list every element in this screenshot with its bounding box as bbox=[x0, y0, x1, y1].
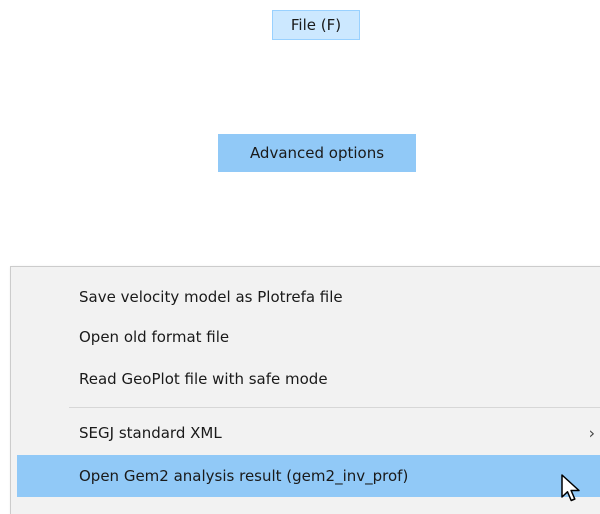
menu-item-label: Save velocity model as Plotrefa file bbox=[79, 288, 343, 306]
menu-item-label: Open old format file bbox=[79, 328, 230, 346]
mouse-pointer-icon bbox=[561, 474, 580, 502]
menu-item-open-gem2-analysis-result[interactable]: Open Gem2 analysis result (gem2_inv_prof… bbox=[17, 455, 600, 497]
menu-item-label: Open Gem2 analysis result (gem2_inv_prof… bbox=[79, 467, 409, 485]
chevron-right-icon: › bbox=[588, 423, 595, 443]
menu-item-segj-standard-xml[interactable]: SEGJ standard XML › bbox=[11, 415, 600, 451]
menu-item-save-velocity-model-plotrefa[interactable]: Save velocity model as Plotrefa file bbox=[11, 279, 600, 315]
advanced-options-submenu: Save velocity model as Plotrefa file Ope… bbox=[10, 266, 600, 514]
advanced-options-menu-item[interactable]: Advanced options bbox=[218, 134, 416, 172]
menu-separator bbox=[69, 407, 600, 408]
menu-item-read-geoplot-safe-mode[interactable]: Read GeoPlot file with safe mode bbox=[11, 361, 600, 397]
file-menu-button[interactable]: File (F) bbox=[272, 10, 360, 40]
menu-item-open-old-format-file[interactable]: Open old format file bbox=[11, 319, 600, 355]
menu-item-label: SEGJ standard XML bbox=[79, 424, 222, 442]
menu-item-label: Read GeoPlot file with safe mode bbox=[79, 370, 328, 388]
